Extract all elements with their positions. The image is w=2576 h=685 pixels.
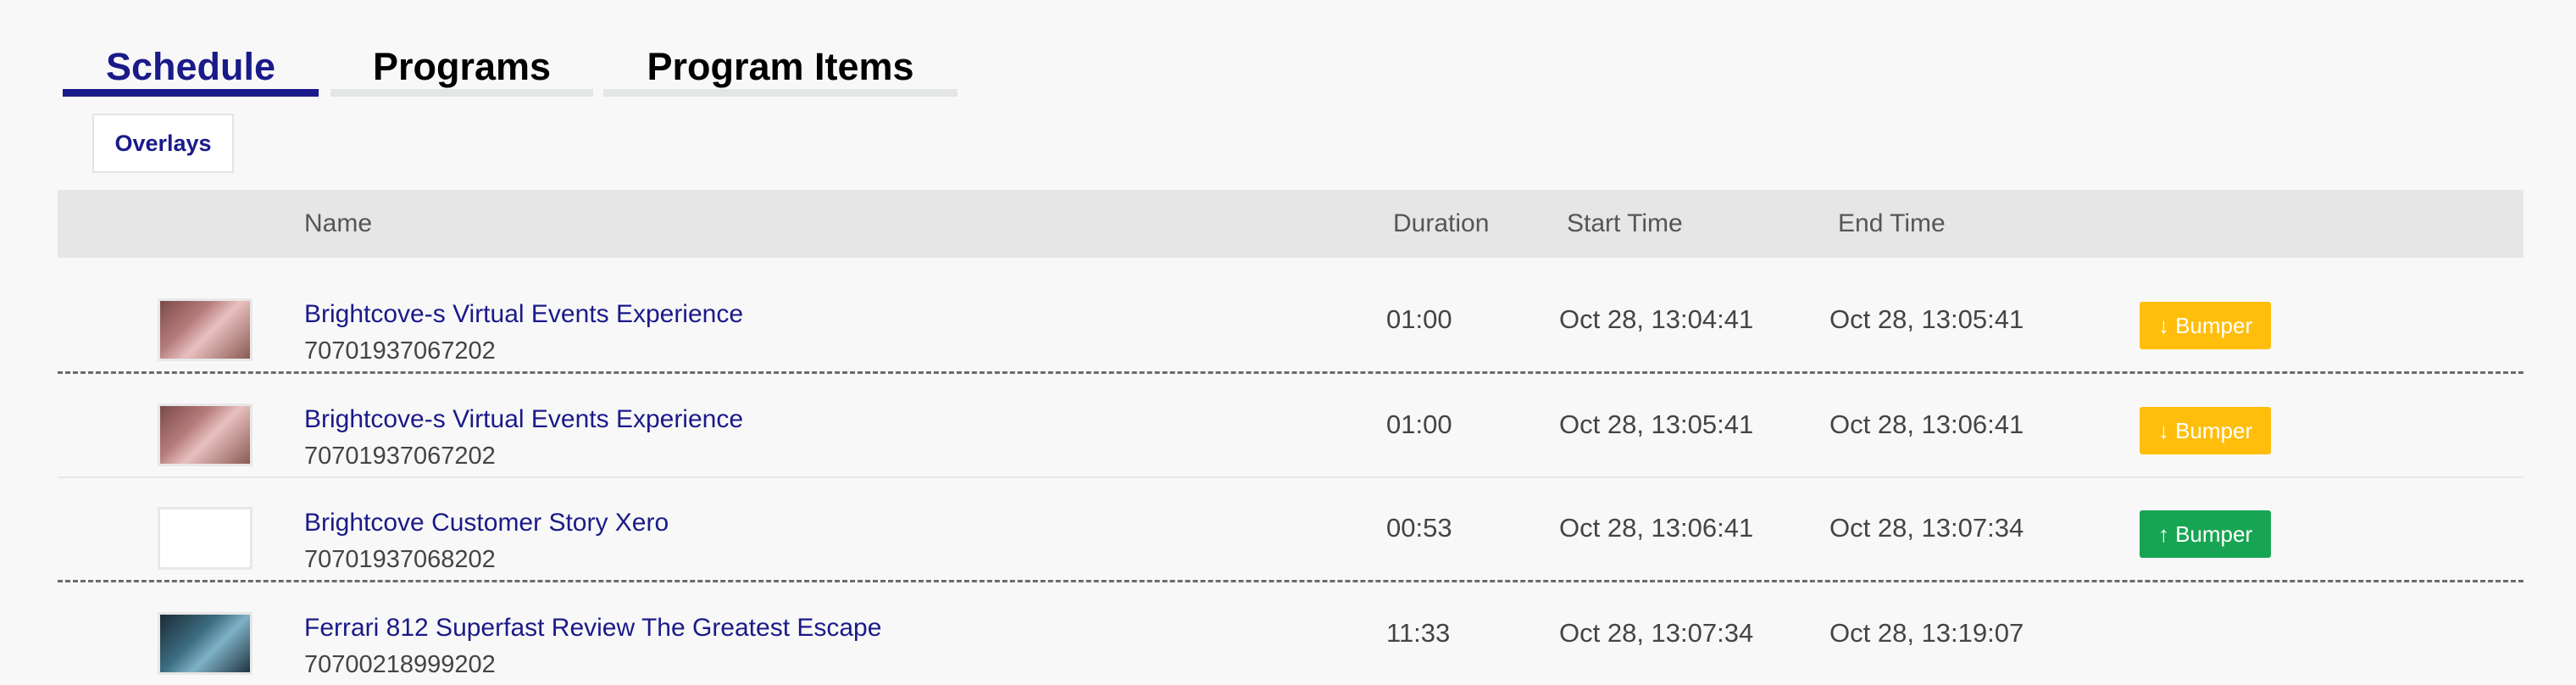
video-id: 70700218999202: [304, 651, 496, 678]
bumper-down-button[interactable]: ↓ Bumper: [2140, 302, 2271, 349]
end-time-cell: Oct 28, 13:07:34: [1829, 513, 2024, 543]
duration-cell: 11:33: [1386, 618, 1451, 648]
table-row: Ferrari 812 Superfast Review The Greates…: [58, 582, 2523, 685]
start-time-cell: Oct 28, 13:05:41: [1559, 409, 1754, 439]
end-time-cell: Oct 28, 13:06:41: [1829, 409, 2024, 439]
bumper-down-button[interactable]: ↓ Bumper: [2140, 407, 2271, 454]
table-row: Brightcove-s Virtual Events Experience 7…: [58, 268, 2523, 374]
video-thumbnail[interactable]: [158, 612, 253, 675]
duration-cell: 01:00: [1386, 304, 1452, 334]
start-time-cell: Oct 28, 13:06:41: [1559, 513, 1754, 543]
tab-program-items[interactable]: Program Items: [603, 44, 958, 97]
tab-programs[interactable]: Programs: [330, 44, 593, 97]
video-name-link[interactable]: Ferrari 812 Superfast Review The Greates…: [304, 614, 881, 643]
table-row: Brightcove-s Virtual Events Experience 7…: [58, 373, 2523, 478]
end-time-cell: Oct 28, 13:19:07: [1829, 618, 2024, 648]
video-name-link[interactable]: Brightcove-s Virtual Events Experience: [304, 405, 743, 434]
duration-cell: 00:53: [1386, 513, 1452, 543]
video-name-link[interactable]: Brightcove Customer Story Xero: [304, 509, 669, 537]
column-header-start-time: Start Time: [1567, 209, 1683, 237]
table-header: Name Duration Start Time End Time: [58, 190, 2523, 258]
tab-overlays[interactable]: Overlays: [92, 114, 234, 173]
video-name-link[interactable]: Brightcove-s Virtual Events Experience: [304, 300, 743, 329]
start-time-cell: Oct 28, 13:04:41: [1559, 304, 1754, 334]
tab-schedule[interactable]: Schedule: [63, 44, 319, 97]
column-header-end-time: End Time: [1838, 209, 1946, 237]
end-time-cell: Oct 28, 13:05:41: [1829, 304, 2024, 334]
video-thumbnail[interactable]: [158, 404, 253, 466]
video-thumbnail[interactable]: [158, 507, 253, 570]
video-id: 70701937067202: [304, 337, 496, 365]
video-id: 70701937068202: [304, 546, 496, 573]
column-header-duration: Duration: [1393, 209, 1490, 237]
table-row: Brightcove Customer Story Xero 707019370…: [58, 476, 2523, 582]
bumper-up-button[interactable]: ↑ Bumper: [2140, 510, 2271, 558]
start-time-cell: Oct 28, 13:07:34: [1559, 618, 1754, 648]
video-thumbnail[interactable]: [158, 298, 253, 361]
video-id: 70701937067202: [304, 443, 496, 470]
column-header-name: Name: [304, 209, 373, 237]
duration-cell: 01:00: [1386, 409, 1452, 439]
